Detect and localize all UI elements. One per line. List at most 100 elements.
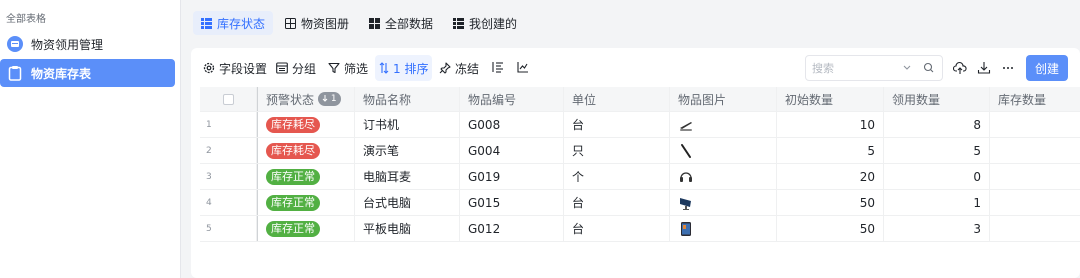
code-cell[interactable]: G015 (460, 190, 564, 215)
search-icon[interactable] (923, 61, 935, 78)
stock-qty-cell[interactable] (990, 138, 1080, 163)
download-icon[interactable] (975, 59, 993, 77)
status-cell[interactable]: 库存耗尽 (257, 112, 355, 137)
column-header-stock-qty[interactable]: 库存数量 (990, 87, 1080, 111)
unit-cell[interactable]: 只 (564, 138, 670, 163)
table-row[interactable]: 1 库存耗尽 订书机 G008 台 10 8 (200, 112, 1080, 138)
search-box (805, 55, 943, 81)
used-qty-cell[interactable]: 8 (884, 112, 990, 137)
initial-qty-cell[interactable]: 50 (777, 190, 884, 215)
column-header-unit[interactable]: 单位 (564, 87, 670, 111)
view-tabs: 库存状态 物资图册 全部数据 我创建的 (181, 10, 529, 36)
stock-qty-cell[interactable] (990, 190, 1080, 215)
row-index: 4 (206, 197, 212, 208)
tab-label: 全部数据 (385, 16, 434, 31)
column-header-used-qty[interactable]: 领用数量 (884, 87, 990, 111)
used-qty-cell[interactable]: 5 (884, 138, 990, 163)
group-button[interactable]: 分组 (272, 55, 320, 81)
status-cell[interactable]: 库存正常 (257, 164, 355, 189)
image-cell[interactable] (670, 216, 777, 241)
column-header-code[interactable]: 物品编号 (460, 87, 564, 111)
grid-view-icon (369, 17, 381, 29)
filter-button[interactable]: 筛选 (324, 55, 372, 81)
row-index: 5 (206, 223, 212, 234)
sidebar-item-material-requisition[interactable]: 物资领用管理 (0, 30, 175, 58)
tab-created-by-me[interactable]: 我创建的 (445, 11, 525, 35)
row-index: 3 (206, 171, 212, 182)
unit-cell[interactable]: 台 (564, 216, 670, 241)
sidebar-item-label: 物资库存表 (31, 66, 92, 81)
row-index-cell: 1 (200, 112, 257, 137)
name-cell[interactable]: 订书机 (355, 112, 460, 137)
field-settings-button[interactable]: 字段设置 (199, 55, 271, 81)
code-cell[interactable]: G019 (460, 164, 564, 189)
image-cell[interactable] (670, 112, 777, 137)
group-icon (276, 62, 288, 74)
name-cell[interactable]: 台式电脑 (355, 190, 460, 215)
column-header-image[interactable]: 物品图片 (670, 87, 777, 111)
status-cell[interactable]: 库存耗尽 (257, 138, 355, 163)
sidebar-item-label: 物资领用管理 (31, 37, 104, 52)
tab-inventory-status[interactable]: 库存状态 (193, 11, 274, 35)
sidebar-item-material-inventory[interactable]: 物资库存表 (0, 59, 175, 87)
status-cell[interactable]: 库存正常 (257, 216, 355, 241)
column-header-name[interactable]: 物品名称 (355, 87, 460, 111)
stock-qty-cell[interactable] (990, 164, 1080, 189)
search-input[interactable] (812, 60, 892, 76)
table-row[interactable]: 5 库存正常 平板电脑 G012 台 50 3 (200, 216, 1080, 242)
name-cell[interactable]: 电脑耳麦 (355, 164, 460, 189)
table-row[interactable]: 4 库存正常 台式电脑 G015 台 50 1 (200, 190, 1080, 216)
row-index: 1 (206, 119, 212, 130)
initial-qty-cell[interactable]: 10 (777, 112, 884, 137)
name-cell[interactable]: 平板电脑 (355, 216, 460, 241)
name-cell[interactable]: 演示笔 (355, 138, 460, 163)
select-all-checkbox[interactable] (222, 93, 234, 105)
tab-label: 库存状态 (217, 16, 266, 31)
table-app-icon (7, 36, 23, 52)
image-cell[interactable] (670, 164, 777, 189)
code-cell[interactable]: G012 (460, 216, 564, 241)
unit-cell[interactable]: 个 (564, 164, 670, 189)
code-cell[interactable]: G008 (460, 112, 564, 137)
stock-qty-cell[interactable] (990, 112, 1080, 137)
list-view-icon (201, 17, 212, 29)
initial-qty-cell[interactable]: 20 (777, 164, 884, 189)
chevron-down-icon[interactable] (902, 61, 912, 78)
used-qty-cell[interactable]: 3 (884, 216, 990, 241)
sort-label: 1 排序 (393, 61, 429, 76)
status-badge: 库存正常 (266, 194, 320, 211)
tablet-icon (678, 221, 694, 237)
stock-qty-cell[interactable] (990, 216, 1080, 241)
initial-qty-cell[interactable]: 50 (777, 216, 884, 241)
column-header-status[interactable]: 预警状态 1 (257, 87, 355, 111)
status-badge: 库存耗尽 (266, 116, 320, 133)
chart-button[interactable] (513, 55, 533, 81)
field-settings-label: 字段设置 (219, 61, 268, 76)
tab-all-data[interactable]: 全部数据 (361, 11, 441, 35)
image-cell[interactable] (670, 138, 777, 163)
table-row[interactable]: 3 库存正常 电脑耳麦 G019 个 20 0 (200, 164, 1080, 190)
sort-badge-count: 1 (330, 94, 337, 104)
unit-cell[interactable]: 台 (564, 190, 670, 215)
initial-qty-cell[interactable]: 5 (777, 138, 884, 163)
unit-cell[interactable]: 台 (564, 112, 670, 137)
group-label: 分组 (292, 61, 317, 76)
column-header-initial-qty[interactable]: 初始数量 (777, 87, 884, 111)
upload-icon[interactable] (951, 59, 969, 77)
freeze-button[interactable]: 冻结 (435, 55, 483, 81)
gear-icon (203, 62, 215, 74)
more-icon[interactable] (999, 59, 1017, 77)
main-area: 库存状态 物资图册 全部数据 我创建的 字段设置 分组 筛选 1 排序 冻结 搜… (181, 0, 1080, 278)
table-row[interactable]: 2 库存耗尽 演示笔 G004 只 5 5 (200, 138, 1080, 164)
tab-material-gallery[interactable]: 物资图册 (277, 11, 357, 35)
create-button[interactable]: 创建 (1026, 55, 1068, 81)
status-badge: 库存耗尽 (266, 142, 320, 159)
used-qty-cell[interactable]: 0 (884, 164, 990, 189)
image-cell[interactable] (670, 190, 777, 215)
sort-button[interactable]: 1 排序 (375, 55, 433, 81)
code-cell[interactable]: G004 (460, 138, 564, 163)
row-height-button[interactable] (488, 55, 508, 81)
status-cell[interactable]: 库存正常 (257, 190, 355, 215)
used-qty-cell[interactable]: 1 (884, 190, 990, 215)
pin-icon (439, 62, 451, 74)
